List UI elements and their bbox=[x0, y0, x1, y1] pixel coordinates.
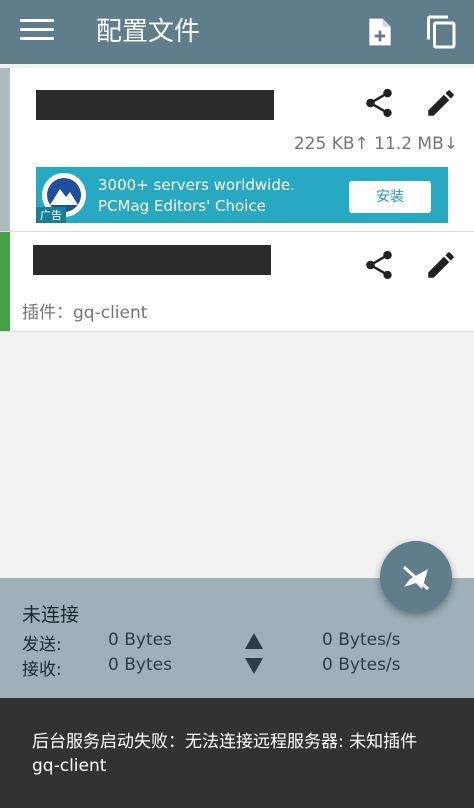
sent-rate: 0 Bytes/s bbox=[322, 630, 401, 650]
arrow-up-icon bbox=[245, 633, 263, 649]
snackbar: 后台服务启动失败：无法连接远程服务器: 未知插件 gq-client bbox=[0, 698, 474, 808]
ad-banner[interactable]: 3000+ servers worldwide. PCMag Editors' … bbox=[36, 167, 448, 223]
paper-plane-off-icon bbox=[402, 565, 430, 591]
profile-status-indicator bbox=[0, 232, 10, 331]
edit-icon[interactable] bbox=[424, 248, 458, 282]
plugin-label: 插件：gq-client bbox=[22, 303, 148, 323]
connection-status: 未连接 bbox=[22, 604, 80, 626]
ad-tag: 广告 bbox=[36, 207, 66, 223]
profile-name-redacted bbox=[33, 245, 271, 275]
sent-bytes: 0 Bytes bbox=[108, 630, 172, 650]
connect-fab[interactable] bbox=[380, 541, 452, 613]
snackbar-message: 后台服务启动失败：无法连接远程服务器: 未知插件 gq-client bbox=[32, 732, 418, 776]
recv-label: 接收: bbox=[22, 660, 62, 680]
copy-icon[interactable] bbox=[424, 14, 460, 50]
sent-label: 发送: bbox=[22, 635, 62, 655]
menu-icon[interactable] bbox=[20, 19, 54, 45]
profile-name-redacted bbox=[36, 90, 274, 120]
profile-list: 225 KB↑ 11.2 MB↓ 3000+ servers worldwide… bbox=[0, 64, 474, 578]
ad-text: 3000+ servers worldwide. PCMag Editors' … bbox=[98, 176, 295, 215]
sent-row: 发送: 0 Bytes 0 Bytes/s bbox=[22, 630, 462, 655]
ad-install-button[interactable]: 安装 bbox=[349, 181, 431, 213]
app-bar: 配置文件 bbox=[0, 0, 474, 64]
profile-card[interactable]: 225 KB↑ 11.2 MB↓ 3000+ servers worldwide… bbox=[0, 68, 474, 232]
traffic-stats: 225 KB↑ 11.2 MB↓ bbox=[293, 134, 458, 154]
profile-card[interactable]: 插件：gq-client bbox=[0, 232, 474, 332]
profile-status-indicator bbox=[0, 68, 10, 231]
recv-row: 接收: 0 Bytes 0 Bytes/s bbox=[22, 655, 462, 680]
edit-icon[interactable] bbox=[424, 86, 458, 120]
arrow-down-icon bbox=[245, 658, 263, 674]
page-title: 配置文件 bbox=[96, 17, 201, 47]
recv-rate: 0 Bytes/s bbox=[322, 655, 401, 675]
file-plus-icon[interactable] bbox=[364, 16, 396, 48]
share-icon[interactable] bbox=[362, 86, 396, 120]
share-icon[interactable] bbox=[362, 248, 396, 282]
recv-bytes: 0 Bytes bbox=[108, 655, 172, 675]
